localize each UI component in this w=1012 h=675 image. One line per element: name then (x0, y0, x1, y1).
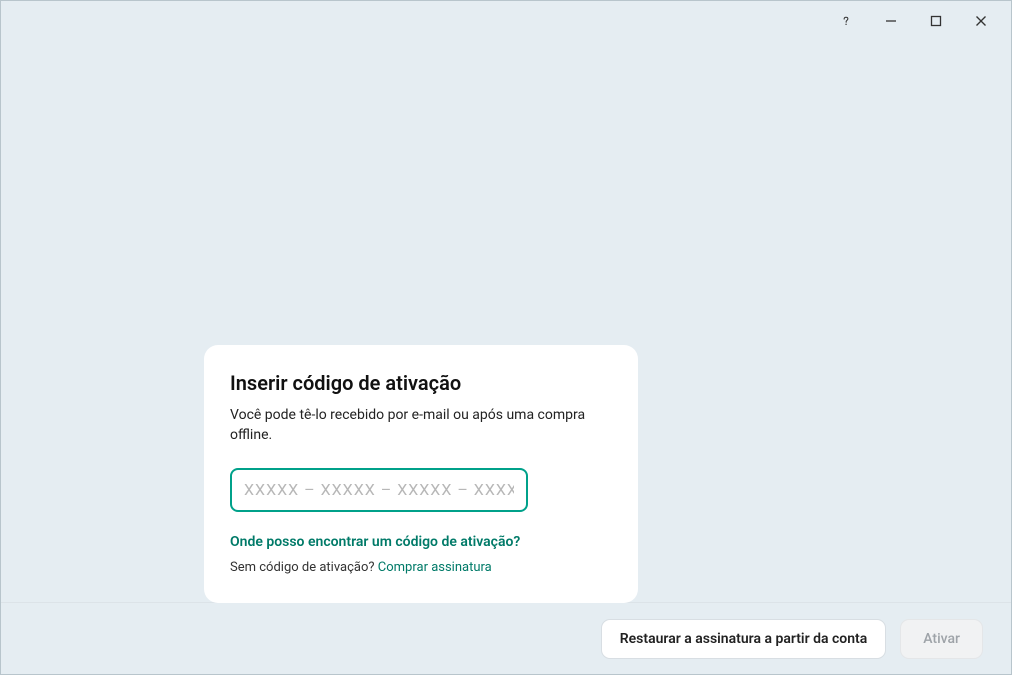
no-code-line: Sem código de ativação? Comprar assinatu… (230, 560, 612, 575)
help-icon (840, 15, 852, 27)
maximize-icon (930, 15, 942, 27)
find-code-link[interactable]: Onde posso encontrar um código de ativaç… (230, 534, 612, 550)
activation-card: Inserir código de ativação Você pode tê-… (204, 345, 638, 603)
no-code-text: Sem código de ativação? (230, 560, 378, 575)
activate-button[interactable]: Ativar (900, 619, 983, 659)
footer: Restaurar a assinatura a partir da conta… (1, 602, 1011, 674)
help-button[interactable] (823, 6, 868, 36)
buy-subscription-link[interactable]: Comprar assinatura (378, 560, 492, 575)
maximize-button[interactable] (913, 6, 958, 36)
restore-subscription-button[interactable]: Restaurar a assinatura a partir da conta (601, 619, 887, 659)
close-icon (975, 15, 987, 27)
close-button[interactable] (958, 6, 1003, 36)
content-area: Inserir código de ativação Você pode tê-… (1, 41, 1011, 602)
activation-code-input[interactable] (230, 468, 528, 512)
app-window: Inserir código de ativação Você pode tê-… (0, 0, 1012, 675)
minimize-icon (885, 15, 897, 27)
minimize-button[interactable] (868, 6, 913, 36)
card-title: Inserir código de ativação (230, 371, 612, 395)
titlebar (1, 1, 1011, 41)
card-subtitle: Você pode tê-lo recebido por e-mail ou a… (230, 405, 612, 446)
